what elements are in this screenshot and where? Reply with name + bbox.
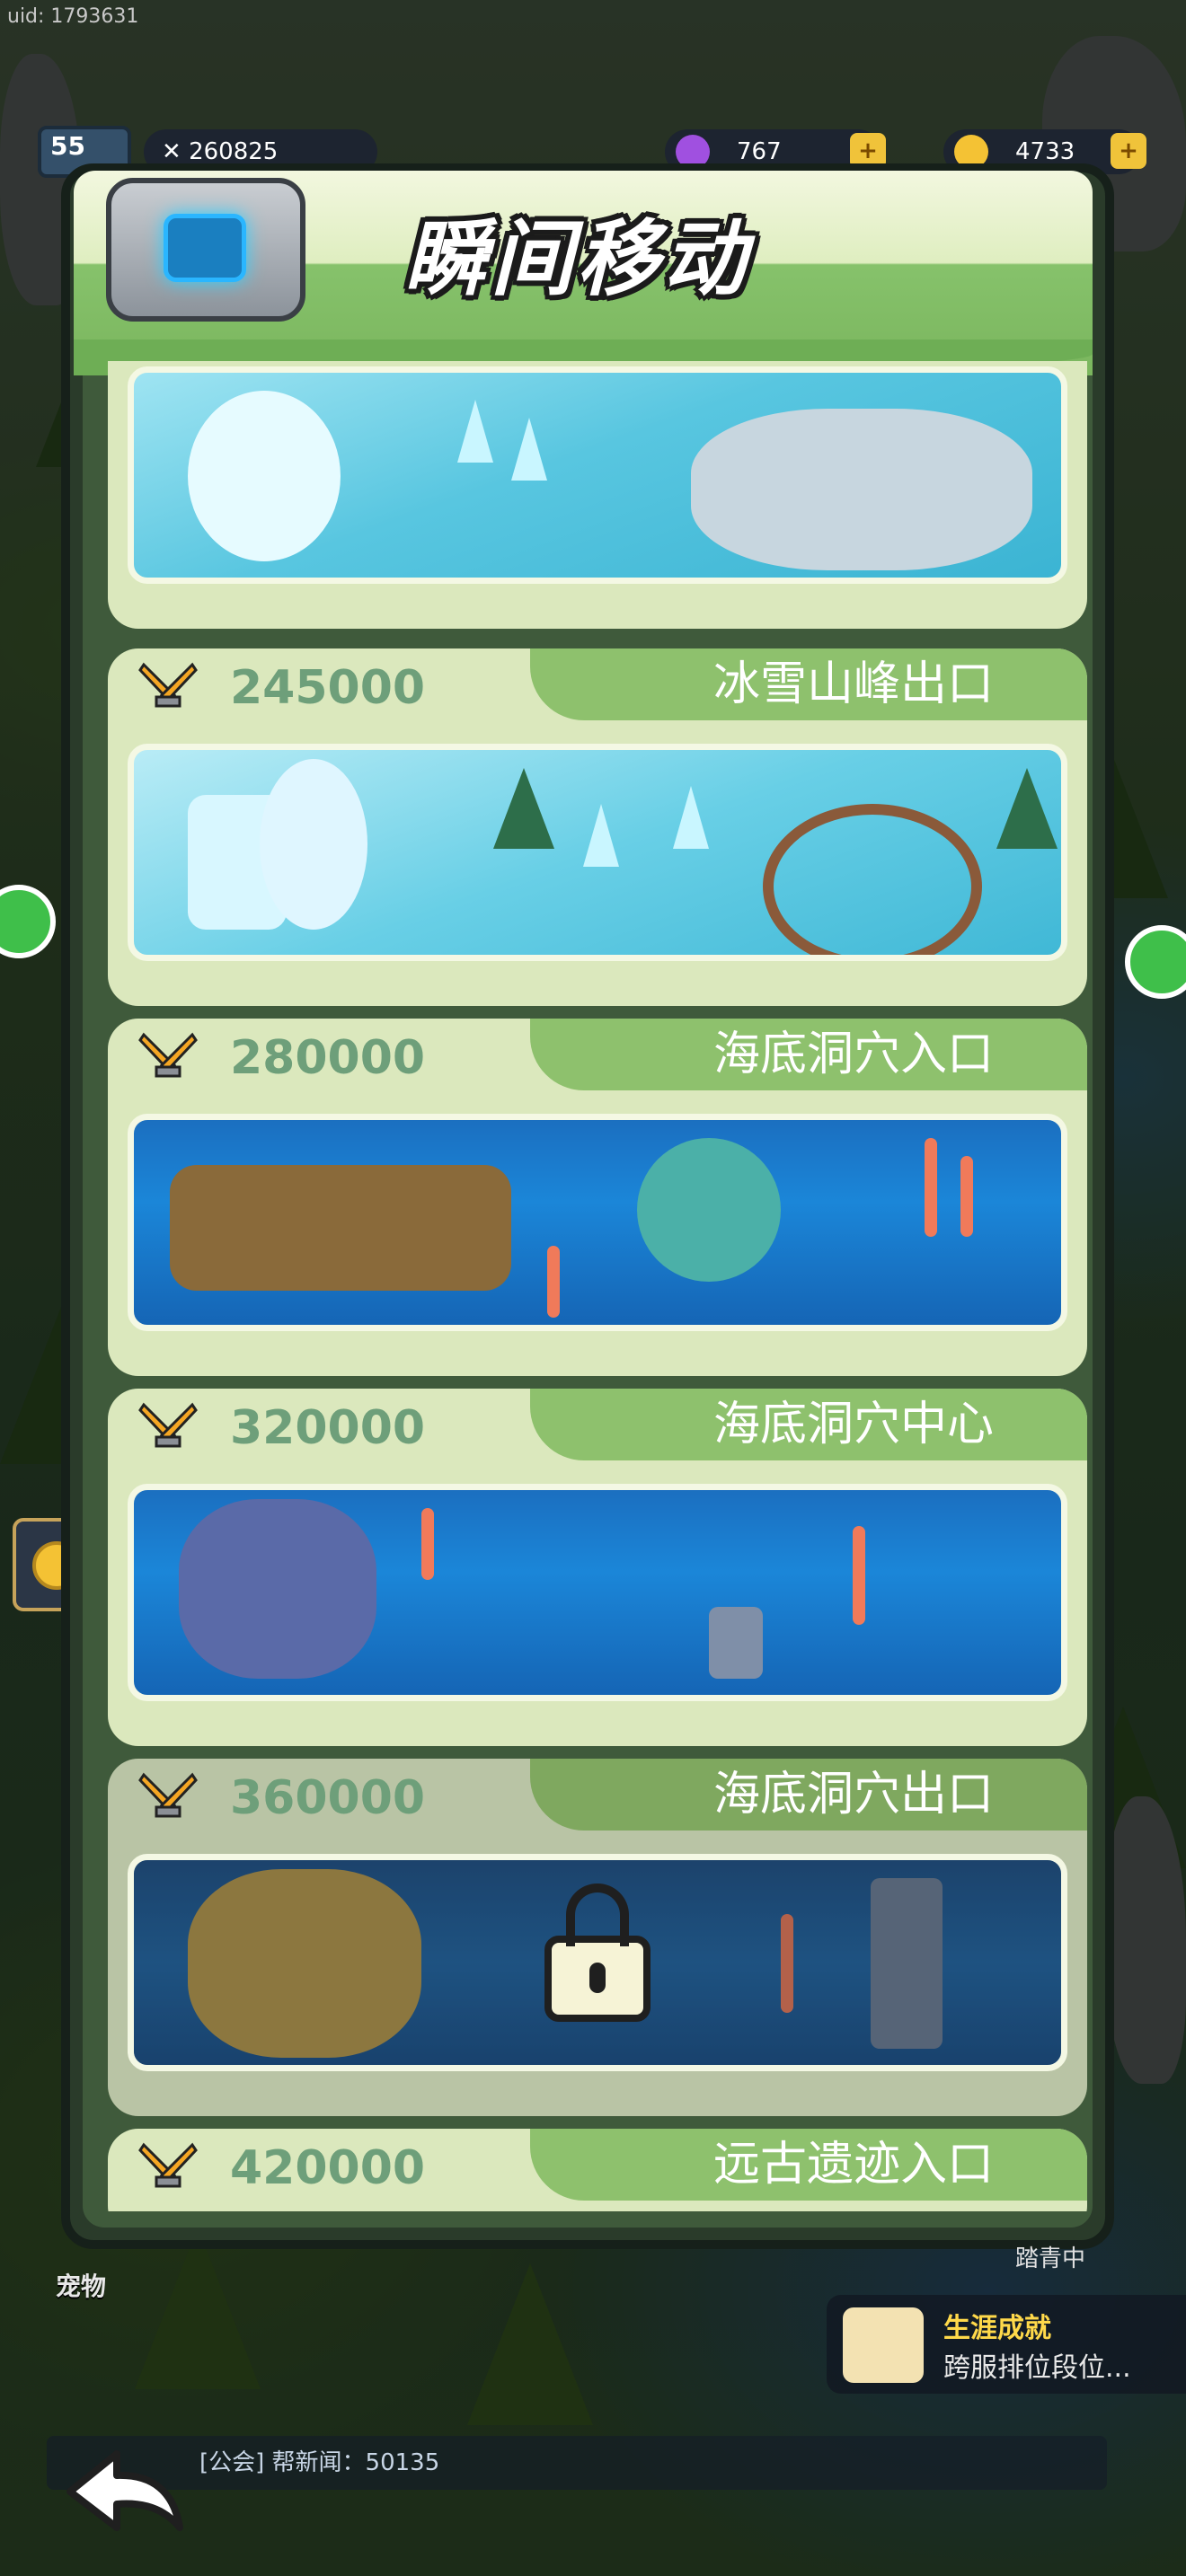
- ice-spirit-image: [260, 759, 367, 930]
- location-name: 冰雪山峰出口: [712, 657, 994, 711]
- card-header: 245000 冰雪山峰出口: [108, 648, 1087, 726]
- card-header: 280000 海底洞穴入口: [108, 1019, 1087, 1096]
- ice-crystal: [457, 400, 493, 463]
- modal-title: 瞬间移动: [404, 211, 750, 307]
- teleport-card-locked[interactable]: 360000 海底洞穴出口: [108, 1759, 1087, 2116]
- padlock-icon: [544, 1883, 651, 2022]
- crossed-swords-icon: [138, 1402, 198, 1448]
- teleport-card[interactable]: 320000 海底洞穴中心: [108, 1389, 1087, 1746]
- power-requirement: 360000: [230, 1771, 426, 1825]
- ice-crystal: [511, 418, 547, 481]
- scene-seabed-exit[interactable]: [128, 1854, 1067, 2071]
- pine-tree: [996, 768, 1058, 849]
- teleport-card[interactable]: [108, 361, 1087, 629]
- crossed-swords-icon: [138, 2142, 198, 2188]
- side-status-label: 踏青中: [1015, 2245, 1086, 2272]
- gem-value: 767: [737, 138, 782, 165]
- power-requirement: 420000: [230, 2141, 426, 2195]
- mermaid-statue-image: [637, 1138, 781, 1282]
- chat-bar[interactable]: [公会] 帮新闻：50135: [47, 2436, 1107, 2490]
- user-id-label: uid: 1793631: [7, 5, 139, 28]
- location-name: 海底洞穴出口: [712, 1768, 994, 1822]
- ice-crystal: [673, 786, 709, 849]
- achievement-badge-icon: [843, 2307, 924, 2383]
- card-header: 420000 远古遗迹入口: [108, 2129, 1087, 2206]
- achievement-desc: 跨服排位段位...: [943, 2352, 1131, 2384]
- crossed-swords-icon: ✕: [162, 138, 190, 165]
- power-requirement: 280000: [230, 1031, 426, 1085]
- ice-golem-image: [188, 391, 341, 561]
- teleport-list[interactable]: 245000 冰雪山峰出口 280000 海底洞穴入口 320000 海底洞穴中…: [83, 361, 1100, 2211]
- crossed-swords-icon: [138, 662, 198, 708]
- coral: [925, 1138, 937, 1237]
- pine-tree: [493, 768, 554, 849]
- teleport-card[interactable]: 420000 远古遗迹入口: [108, 2129, 1087, 2211]
- achievement-panel[interactable]: 生涯成就 跨服排位段位...: [827, 2295, 1186, 2394]
- teleport-emblem-icon: [106, 178, 305, 322]
- location-name: 海底洞穴中心: [712, 1398, 994, 1451]
- skeleton-bones-image: [691, 409, 1032, 570]
- portal-ring-image: [763, 804, 982, 955]
- scene-ice-exit[interactable]: [128, 744, 1067, 961]
- coin-value: 4733: [1015, 138, 1075, 165]
- crossed-swords-icon: [138, 1032, 198, 1078]
- shark-warrior-image: [179, 1499, 376, 1679]
- location-name: 海底洞穴入口: [712, 1028, 994, 1081]
- coral: [853, 1526, 865, 1625]
- achievement-title: 生涯成就: [943, 2313, 1051, 2344]
- scene-ice-mountain: [128, 366, 1067, 584]
- coral: [960, 1156, 973, 1237]
- location-name: 远古遗迹入口: [712, 2138, 994, 2192]
- ruin-pillar-image: [709, 1607, 763, 1679]
- scene-seabed-entrance[interactable]: [128, 1114, 1067, 1331]
- power-requirement: 245000: [230, 661, 426, 715]
- shipwreck-image: [170, 1165, 511, 1291]
- coral: [421, 1508, 434, 1580]
- coral: [547, 1246, 560, 1318]
- teleport-card[interactable]: 245000 冰雪山峰出口: [108, 648, 1087, 1006]
- crossed-swords-icon: [138, 1772, 198, 1818]
- teleport-card[interactable]: 280000 海底洞穴入口: [108, 1019, 1087, 1376]
- add-coins-button[interactable]: +: [1111, 133, 1146, 169]
- card-header: 360000 海底洞穴出口: [108, 1759, 1087, 1836]
- power-requirement: 320000: [230, 1401, 426, 1455]
- scene-seabed-center[interactable]: [128, 1484, 1067, 1701]
- power-value: 260825: [189, 138, 279, 165]
- pet-label[interactable]: 宠物: [56, 2267, 106, 2303]
- ice-crystal: [583, 804, 619, 867]
- back-arrow-icon[interactable]: [63, 2441, 189, 2540]
- card-header: 320000 海底洞穴中心: [108, 1389, 1087, 1466]
